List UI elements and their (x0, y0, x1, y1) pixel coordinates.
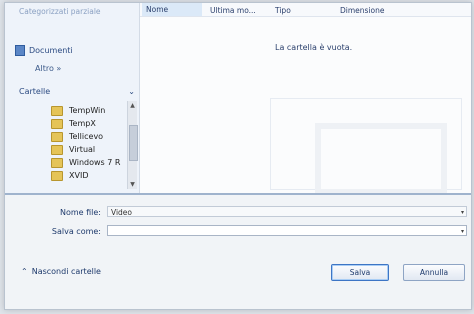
chevron-up-icon: ⌃ (21, 267, 28, 276)
column-header-size[interactable]: Dimensione (340, 6, 384, 15)
file-list[interactable]: Nome Ultima mo... Tipo Dimensione La car… (140, 3, 471, 195)
chevron-down-icon: ⌄ (128, 87, 135, 96)
nav-scrollbar[interactable]: ▲ ▼ (127, 101, 138, 189)
cancel-button[interactable]: Annulla (403, 264, 465, 281)
folders-section-header[interactable]: Cartelle ⌄ (19, 87, 135, 96)
folder-label: TempWin (69, 106, 106, 115)
folders-section-label: Cartelle (19, 87, 51, 96)
savetype-label: Salva come: (51, 227, 101, 236)
navigation-pane: Categorizzati parziale Documenti Altro »… (5, 3, 140, 193)
documents-icon (15, 45, 25, 56)
scroll-down-icon[interactable]: ▼ (129, 181, 136, 188)
folder-tree: TempWin TempX Tellicevo Virtual Windows … (51, 104, 120, 182)
folder-label: Windows 7 R (69, 158, 121, 167)
folder-icon (51, 170, 63, 181)
folder-item[interactable]: XVID (51, 169, 120, 182)
save-dialog: Categorizzati parziale Documenti Altro »… (4, 2, 472, 310)
nav-more-link[interactable]: Altro » (35, 64, 61, 73)
dropdown-arrow-icon[interactable]: ▾ (461, 226, 464, 237)
hide-folders-label: Nascondi cartelle (31, 267, 101, 276)
save-button[interactable]: Salva (331, 264, 389, 281)
folder-icon (51, 144, 63, 155)
folder-item[interactable]: TempWin (51, 104, 120, 117)
folder-label: XVID (69, 171, 89, 180)
nav-item-documents[interactable]: Documenti (15, 45, 73, 56)
filename-field[interactable]: Video ▾ (107, 206, 467, 217)
column-header-type[interactable]: Tipo (275, 6, 291, 15)
column-header-row: Nome Ultima mo... Tipo Dimensione (140, 3, 471, 17)
folder-icon (51, 105, 63, 116)
dropdown-arrow-icon[interactable]: ▾ (461, 207, 464, 218)
filename-label: Nome file: (59, 208, 101, 217)
save-form: Nome file: Video ▾ Salva come: ▾ ⌃ Nasco… (5, 195, 471, 309)
folder-label: TempX (69, 119, 96, 128)
folder-item[interactable]: Virtual (51, 143, 120, 156)
filename-value: Video (111, 208, 133, 217)
folder-icon (51, 131, 63, 142)
column-header-modified[interactable]: Ultima mo... (210, 6, 256, 15)
folder-label: Tellicevo (69, 132, 104, 141)
folder-item[interactable]: Windows 7 R (51, 156, 120, 169)
folder-icon (51, 118, 63, 129)
screenshot-frame: Categorizzati parziale Documenti Altro »… (0, 0, 474, 314)
savetype-select[interactable]: ▾ (107, 225, 467, 236)
scrollbar-thumb[interactable] (129, 125, 138, 161)
folder-icon (51, 157, 63, 168)
nav-header: Categorizzati parziale (19, 7, 101, 16)
folder-item[interactable]: Tellicevo (51, 130, 120, 143)
folder-item[interactable]: TempX (51, 117, 120, 130)
scroll-up-icon[interactable]: ▲ (129, 102, 136, 109)
background-artifact (315, 123, 447, 195)
empty-folder-message: La cartella è vuota. (275, 43, 353, 52)
nav-item-documents-label: Documenti (29, 46, 73, 55)
column-header-name[interactable]: Nome (142, 3, 202, 16)
hide-folders-toggle[interactable]: ⌃ Nascondi cartelle (21, 267, 101, 276)
folder-label: Virtual (69, 145, 96, 154)
